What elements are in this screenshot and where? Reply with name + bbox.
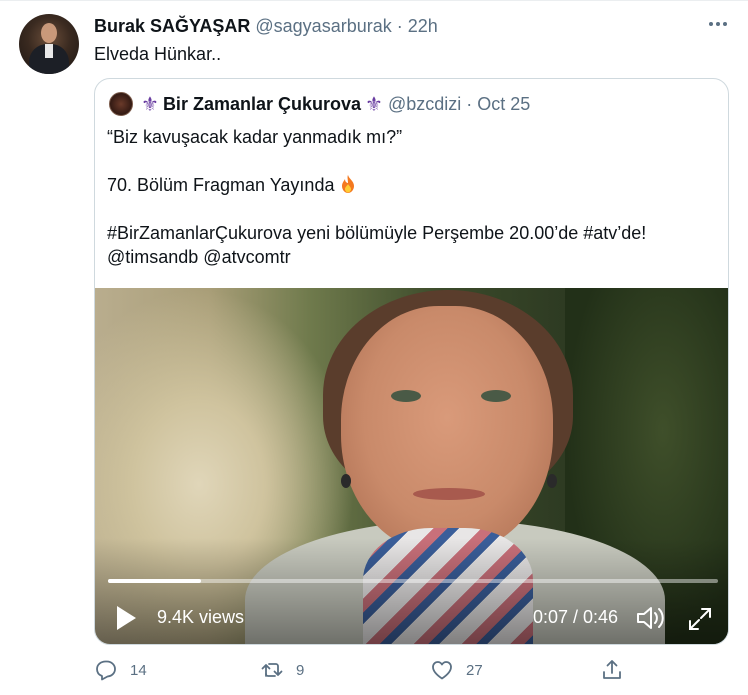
share-icon bbox=[603, 660, 621, 679]
quoted-author-handle[interactable]: @bzcdizi bbox=[388, 94, 461, 115]
quoted-tweet-text: “Biz kavuşacak kadar yanmadık mı?” 70. B… bbox=[107, 125, 707, 269]
share-button[interactable] bbox=[600, 655, 624, 685]
avatar-shirt bbox=[45, 44, 53, 58]
video-time: 0:07 / 0:46 bbox=[533, 607, 619, 627]
fire-emoji-icon bbox=[342, 175, 355, 193]
retweet-count: 9 bbox=[296, 661, 305, 679]
quoted-line-hashtag: #BirZamanlarÇukurova yeni bölümüyle Perş… bbox=[107, 223, 647, 243]
quoted-tweet-header: ⚜ Bir Zamanlar Çukurova ⚜ @bzcdizi · Oct… bbox=[109, 91, 530, 117]
fleur-de-lis-icon: ⚜ bbox=[141, 93, 159, 116]
quoted-line-mentions: @timsandb @atvcomtr bbox=[107, 247, 291, 267]
more-horizontal-icon[interactable] bbox=[706, 16, 730, 32]
author-handle[interactable]: @sagyasarburak bbox=[255, 16, 391, 37]
video-player[interactable]: 9.4K views 0:07 / 0:46 bbox=[95, 288, 728, 644]
video-views: 9.4K views bbox=[157, 607, 245, 627]
video-eye bbox=[481, 390, 511, 402]
quoted-author-name[interactable]: Bir Zamanlar Çukurova bbox=[163, 94, 361, 115]
like-icon bbox=[432, 661, 452, 680]
author-name[interactable]: Burak SAĞYAŞAR bbox=[94, 16, 250, 37]
like-button[interactable]: 27 bbox=[430, 655, 483, 685]
quoted-header-separator: · bbox=[466, 93, 473, 114]
like-count: 27 bbox=[466, 661, 483, 679]
fleur-de-lis-icon: ⚜ bbox=[365, 93, 383, 116]
tweet-actions: 14 9 27 bbox=[94, 655, 654, 685]
header-separator: · bbox=[396, 15, 403, 36]
fullscreen-icon[interactable] bbox=[687, 606, 713, 632]
reply-count: 14 bbox=[130, 661, 147, 679]
video-eye bbox=[391, 390, 421, 402]
quoted-tweet[interactable]: ⚜ Bir Zamanlar Çukurova ⚜ @bzcdizi · Oct… bbox=[94, 78, 729, 645]
video-face bbox=[341, 306, 553, 554]
video-controls: 9.4K views 0:07 / 0:46 bbox=[95, 600, 728, 636]
more-dot bbox=[709, 22, 713, 26]
top-divider bbox=[0, 0, 748, 1]
quoted-line: 70. Bölüm Fragman Yayında bbox=[107, 175, 335, 195]
more-dot bbox=[716, 22, 720, 26]
retweet-button[interactable]: 9 bbox=[260, 655, 304, 685]
tweet-text: Elveda Hünkar.. bbox=[94, 44, 222, 64]
tweet-header: Burak SAĞYAŞAR @sagyasarburak · 22h bbox=[94, 14, 438, 38]
play-icon[interactable] bbox=[117, 606, 136, 630]
video-earring bbox=[341, 474, 351, 488]
quoted-author-avatar[interactable] bbox=[109, 92, 133, 116]
more-dot bbox=[723, 22, 727, 26]
avatar-face bbox=[41, 23, 57, 43]
video-mouth bbox=[413, 488, 485, 500]
quoted-line-episode: 70. Bölüm Fragman Yayında bbox=[107, 173, 707, 197]
quoted-line: “Biz kavuşacak kadar yanmadık mı?” bbox=[107, 127, 403, 147]
author-avatar[interactable] bbox=[19, 14, 79, 74]
reply-icon bbox=[96, 660, 116, 681]
video-progress-fill bbox=[108, 579, 201, 583]
quoted-tweet-time[interactable]: Oct 25 bbox=[477, 94, 530, 115]
video-progress-bar[interactable] bbox=[108, 579, 718, 583]
retweet-icon bbox=[261, 663, 283, 677]
volume-icon[interactable] bbox=[635, 604, 665, 632]
reply-button[interactable]: 14 bbox=[94, 655, 147, 685]
video-earring bbox=[547, 474, 557, 488]
tweet-time[interactable]: 22h bbox=[408, 16, 438, 37]
